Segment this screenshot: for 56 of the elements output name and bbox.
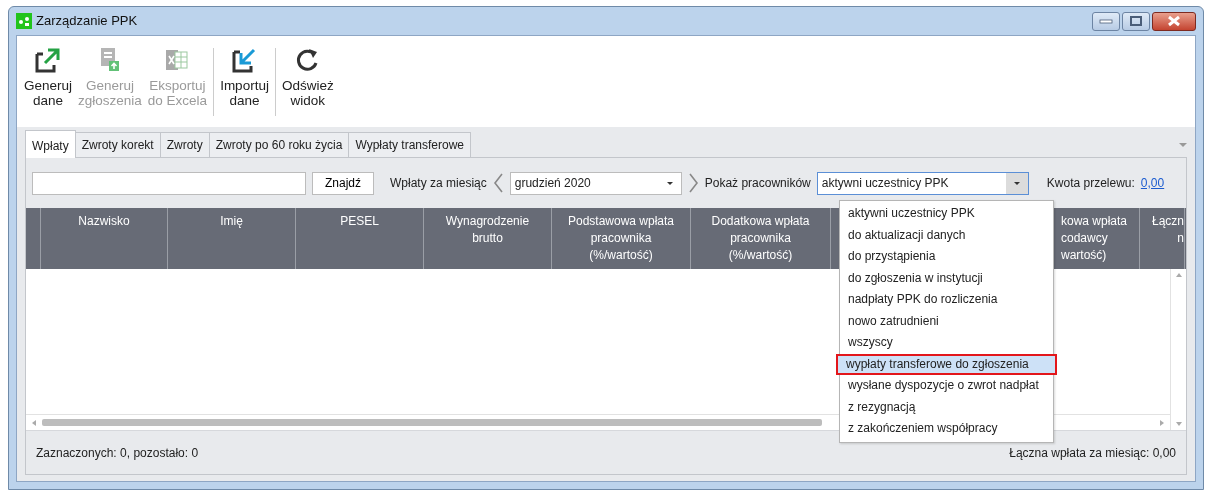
maximize-button[interactable]: [1122, 11, 1150, 31]
tab[interactable]: Zwroty: [159, 132, 210, 157]
dropdown-option[interactable]: nowo zatrudnieni: [840, 310, 1053, 332]
column-header[interactable]: PESEL: [296, 213, 423, 230]
dropdown-option[interactable]: do aktualizacji danych: [840, 224, 1053, 246]
search-button[interactable]: Znajdź: [312, 171, 375, 195]
close-button[interactable]: [1152, 11, 1196, 31]
tab[interactable]: Zwroty po 60 roku życia: [208, 132, 350, 157]
dropdown-option[interactable]: aktywni uczestnicy PPK: [840, 203, 1053, 225]
maximize-icon: [1130, 16, 1142, 26]
employees-dropdown[interactable]: aktywni uczestnicy PPK: [816, 171, 1029, 195]
overflow-caret-icon: [1179, 143, 1187, 147]
scroll-left-icon: [32, 419, 36, 426]
close-icon: [1167, 15, 1181, 27]
column-header[interactable]: Nazwisko: [41, 213, 167, 230]
app-icon: [16, 13, 32, 29]
dropdown-option[interactable]: do zgłoszenia w instytucji: [840, 267, 1053, 289]
window-title: Zarządzanie PPK: [36, 12, 138, 31]
scroll-down-icon: [1175, 422, 1182, 426]
next-icon: [687, 173, 699, 193]
export-icon: [34, 46, 62, 74]
caret-icon: [1013, 181, 1020, 185]
toolbar-button[interactable]: Odśwież widok: [278, 46, 337, 108]
dropdown-option[interactable]: wszyscy: [840, 332, 1053, 354]
employees-label: Pokaż pracowników: [704, 175, 811, 192]
transfer-label: Kwota przelewu:: [1046, 175, 1135, 192]
previous-icon: [492, 173, 504, 193]
column-header[interactable]: Imię: [168, 213, 295, 230]
minimize-icon: [1099, 17, 1113, 25]
toolbar-button[interactable]: Importuj dane: [217, 46, 272, 108]
column-header[interactable]: Wynagrodzenie brutto: [424, 213, 551, 247]
scroll-up-icon: [1175, 273, 1182, 277]
status-text: Zaznaczonych: 0, pozostało: 0: [36, 444, 199, 462]
search-field[interactable]: [32, 171, 306, 195]
month-dropdown[interactable]: grudzień 2020: [509, 171, 682, 195]
minimize-button[interactable]: [1092, 11, 1120, 31]
tab[interactable]: Zwroty korekt: [74, 132, 161, 157]
tab[interactable]: Wpłaty: [25, 130, 76, 158]
caret-icon: [666, 181, 673, 185]
dropdown-option[interactable]: z zakończeniem współpracy: [840, 418, 1053, 440]
column-header[interactable]: Dodatkowa wpłata pracownika (%/wartość): [691, 213, 830, 264]
scrollbar-thumb[interactable]: [42, 419, 822, 426]
transfer-amount-link[interactable]: 0,00: [1140, 174, 1165, 192]
scroll-right-icon: [1160, 419, 1164, 426]
dropdown-option[interactable]: wypłaty transferowe do zgłoszenia: [836, 353, 1057, 375]
month-label: Wpłaty za miesiąc: [390, 175, 487, 192]
dropdown-option[interactable]: nadpłaty PPK do rozliczenia: [840, 289, 1053, 311]
dropdown-option[interactable]: z rezygnacją: [840, 396, 1053, 418]
column-header[interactable]: Podstawowa wpłata pracownika (%/wartość): [552, 213, 690, 264]
dropdown-option[interactable]: do przystąpienia: [840, 246, 1053, 268]
toolbar-button[interactable]: Generuj dane: [21, 46, 76, 108]
column-header[interactable]: Łączn n: [1151, 213, 1184, 247]
column-header[interactable]: kowa wpłata codawcy wartość): [1061, 213, 1128, 264]
dropdown-option[interactable]: wysłane dyspozycje o zwrot nadpłat: [840, 375, 1053, 397]
tab[interactable]: Wypłaty transferowe: [348, 132, 472, 157]
status-total: Łączna wpłata za miesiąc: 0,00: [1009, 444, 1176, 462]
